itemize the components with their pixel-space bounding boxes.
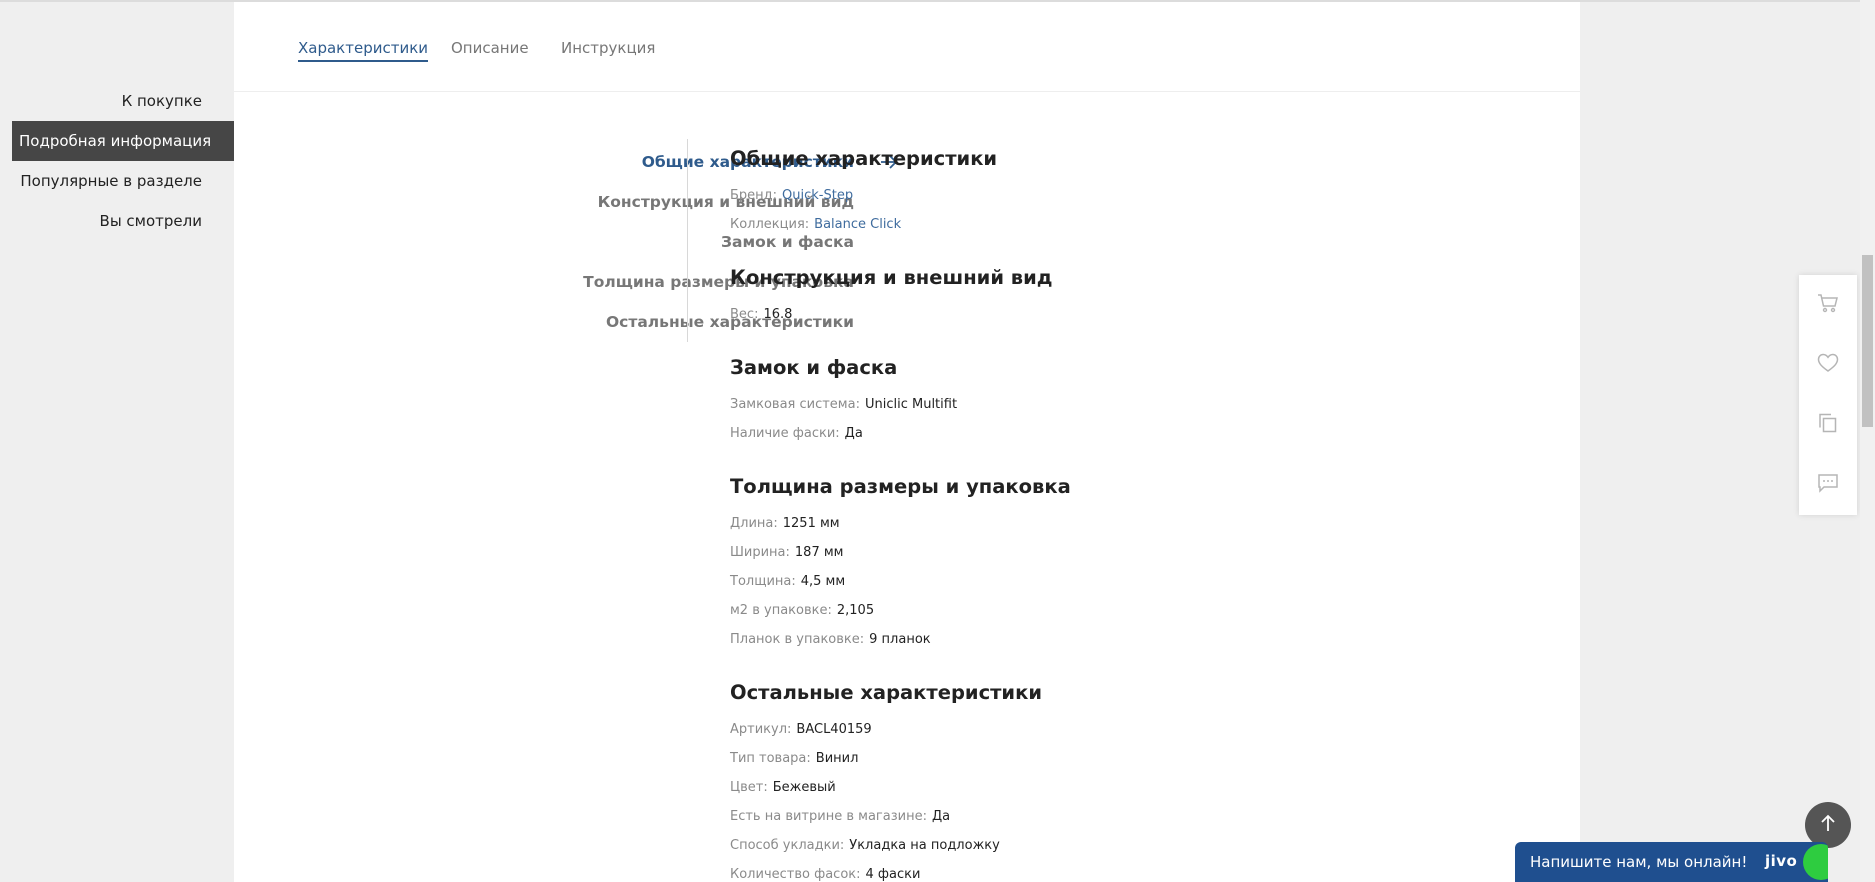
tab-instruction[interactable]: Инструкция bbox=[561, 39, 655, 60]
compare-button[interactable] bbox=[1799, 395, 1857, 455]
brand-link[interactable]: Quick-Step bbox=[782, 188, 853, 203]
spec-row-installation: Способ укладки: Укладка на подложку bbox=[730, 838, 1000, 853]
spec-row-weight: Вес: 16.8 bbox=[730, 307, 792, 322]
spec-value: Да bbox=[931, 809, 951, 824]
cart-icon bbox=[1817, 293, 1839, 317]
spec-label: Планок в упаковке: bbox=[730, 632, 865, 647]
chat-icon bbox=[1817, 473, 1839, 497]
spec-value: Да bbox=[844, 426, 863, 441]
feedback-button[interactable] bbox=[1799, 455, 1857, 515]
page-nav-item-label: Подробная информация bbox=[19, 132, 212, 150]
spec-value: Укладка на подложку bbox=[849, 838, 1000, 853]
details-tabs: Характеристики Описание Инструкция bbox=[234, 2, 1580, 92]
spec-label: Длина: bbox=[730, 516, 778, 531]
spec-value: Uniclic Multifit bbox=[864, 397, 958, 412]
spec-value: Винил bbox=[815, 751, 859, 766]
page-scrollbar-thumb[interactable] bbox=[1862, 255, 1873, 427]
spec-label: Бренд: bbox=[730, 188, 778, 203]
spec-value: 1251 мм bbox=[782, 516, 840, 531]
online-chat-widget[interactable]: Напишите нам, мы онлайн! jivo bbox=[1515, 842, 1828, 882]
compare-icon bbox=[1817, 412, 1839, 438]
spec-row-lock-system: Замковая система: Uniclic Multifit bbox=[730, 397, 957, 412]
tab-description[interactable]: Описание bbox=[451, 39, 529, 60]
spec-label: Есть на витрине в магазине: bbox=[730, 809, 927, 824]
section-title-general: Общие характеристики bbox=[730, 147, 998, 170]
spec-label: м2 в упаковке: bbox=[730, 603, 832, 618]
spec-label: Артикул: bbox=[730, 722, 792, 737]
favorites-button[interactable] bbox=[1799, 335, 1857, 395]
cart-button[interactable] bbox=[1799, 275, 1857, 335]
spec-row-width: Ширина: 187 мм bbox=[730, 545, 843, 560]
spec-label: Способ укладки: bbox=[730, 838, 845, 853]
spec-value: 187 мм bbox=[794, 545, 844, 560]
spec-label: Количество фасок: bbox=[730, 867, 861, 882]
spec-value: 4 фаски bbox=[865, 867, 921, 882]
spec-row-color: Цвет: Бежевый bbox=[730, 780, 836, 795]
spec-row-brand: Бренд: Quick-Step bbox=[730, 188, 853, 203]
spec-row-bevel: Наличие фаски: Да bbox=[730, 426, 863, 441]
spec-row-length: Длина: 1251 мм bbox=[730, 516, 840, 531]
section-title-other: Остальные характеристики bbox=[730, 681, 1042, 704]
spec-label: Наличие фаски: bbox=[730, 426, 840, 441]
arrow-up-icon bbox=[1820, 814, 1836, 836]
tab-characteristics[interactable]: Характеристики bbox=[298, 39, 429, 62]
section-title-construction: Конструкция и внешний вид bbox=[730, 266, 1053, 289]
spec-label: Замковая система: bbox=[730, 397, 860, 412]
spec-row-product-type: Тип товара: Винил bbox=[730, 751, 858, 766]
spec-row-showcase: Есть на витрине в магазине: Да bbox=[730, 809, 950, 824]
jivo-logo: jivo bbox=[1765, 852, 1798, 870]
spec-row-m2-per-pack: м2 в упаковке: 2,105 bbox=[730, 603, 874, 618]
spec-value: 2,105 bbox=[836, 603, 875, 618]
spec-value: BACL40159 bbox=[796, 722, 872, 737]
spec-row-thickness: Толщина: 4,5 мм bbox=[730, 574, 845, 589]
spec-value: 16.8 bbox=[763, 307, 793, 322]
section-title-lock: Замок и фаска bbox=[730, 356, 898, 379]
spec-value: 9 планок bbox=[869, 632, 931, 647]
section-title-dimensions: Толщина размеры и упаковка bbox=[730, 475, 1071, 498]
section-divider bbox=[687, 139, 688, 342]
product-details-panel: Характеристики Описание Инструкция Общие… bbox=[234, 2, 1580, 882]
floating-action-bar bbox=[1799, 275, 1857, 515]
page-scrollbar-track[interactable] bbox=[1860, 0, 1875, 882]
spec-value: Бежевый bbox=[772, 780, 836, 795]
spec-label: Толщина: bbox=[730, 574, 796, 589]
spec-value: 4,5 мм bbox=[800, 574, 846, 589]
spec-label: Цвет: bbox=[730, 780, 768, 795]
online-status-indicator bbox=[1803, 844, 1828, 880]
collection-link[interactable]: Balance Click bbox=[814, 217, 901, 232]
spec-row-article: Артикул: BACL40159 bbox=[730, 722, 872, 737]
spec-label: Вес: bbox=[730, 307, 759, 322]
spec-row-bevel-count: Количество фасок: 4 фаски bbox=[730, 867, 920, 882]
spec-label: Коллекция: bbox=[730, 217, 810, 232]
heart-icon bbox=[1817, 353, 1839, 377]
chat-widget-text: Напишите нам, мы онлайн! bbox=[1530, 853, 1748, 871]
spec-label: Ширина: bbox=[730, 545, 790, 560]
spec-label: Тип товара: bbox=[730, 751, 811, 766]
spec-row-planks-per-pack: Планок в упаковке: 9 планок bbox=[730, 632, 931, 647]
spec-row-collection: Коллекция: Balance Click bbox=[730, 217, 901, 232]
